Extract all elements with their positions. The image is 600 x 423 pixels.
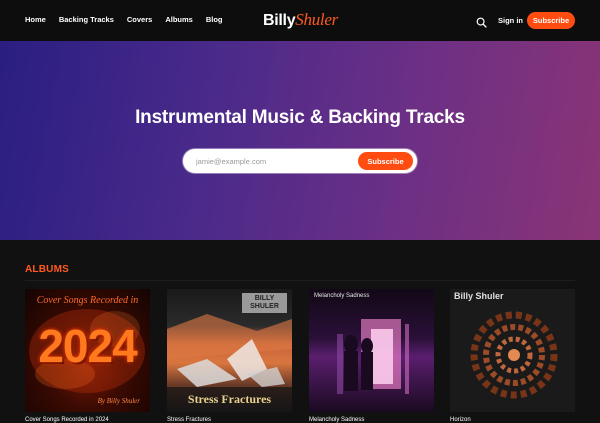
main-nav: Home Backing Tracks Covers Albums Blog xyxy=(25,15,236,25)
album-card[interactable]: Cover Songs Recorded in 2024 By Billy Sh… xyxy=(25,289,150,423)
site-logo[interactable]: BillyShuler xyxy=(263,10,338,30)
nav-home[interactable]: Home xyxy=(25,15,46,25)
albums-list: Cover Songs Recorded in 2024 By Billy Sh… xyxy=(25,289,575,423)
album-cover[interactable]: BILLY SHULER Stress Fractures xyxy=(167,289,292,412)
album-cover[interactable]: Billy Shuler xyxy=(450,289,575,412)
header-subscribe-button[interactable]: Subscribe xyxy=(527,12,575,29)
site-header: Home Backing Tracks Covers Albums Blog B… xyxy=(0,0,600,41)
cover-byline: By Billy Shuler xyxy=(97,397,140,405)
cover-title: Stress Fractures xyxy=(187,392,272,406)
signin-link[interactable]: Sign in xyxy=(498,16,523,25)
album-cover[interactable]: Melancholy Sadness xyxy=(309,289,434,412)
album-card[interactable]: Melancholy Sadness Melancholy Sadness xyxy=(309,289,434,423)
cover-top-text: Cover Songs Recorded in xyxy=(36,295,139,306)
cover-title: Billy Shuler xyxy=(454,291,504,301)
album-title[interactable]: Melancholy Sadness xyxy=(309,417,434,423)
album-cover[interactable]: Cover Songs Recorded in 2024 By Billy Sh… xyxy=(25,289,150,412)
logo-last: Shuler xyxy=(295,10,338,29)
albums-heading: ALBUMS xyxy=(25,264,69,275)
cover-title: Melancholy Sadness xyxy=(314,293,370,299)
hero-title: Instrumental Music & Backing Tracks xyxy=(135,107,465,128)
album-title[interactable]: Stress Fractures xyxy=(167,417,292,423)
album-card[interactable]: Billy Shuler Horizon xyxy=(450,289,575,423)
search-icon[interactable] xyxy=(476,15,487,28)
nav-blog[interactable]: Blog xyxy=(206,15,223,25)
cover-year: 2024 xyxy=(38,320,137,372)
logo-first: Billy xyxy=(263,12,296,29)
album-card[interactable]: BILLY SHULER Stress Fractures Stress Fra… xyxy=(167,289,292,423)
nav-backing-tracks[interactable]: Backing Tracks xyxy=(59,15,114,25)
album-title[interactable]: Cover Songs Recorded in 2024 xyxy=(25,417,150,423)
hero-subscribe-button[interactable]: Subscribe xyxy=(358,152,413,170)
hero-section: Instrumental Music & Backing Tracks Subs… xyxy=(0,41,600,240)
nav-covers[interactable]: Covers xyxy=(127,15,152,25)
cover-badge: BILLY SHULER xyxy=(242,293,287,313)
section-divider xyxy=(25,280,575,281)
nav-albums[interactable]: Albums xyxy=(165,15,193,25)
album-title[interactable]: Horizon xyxy=(450,417,575,423)
email-field[interactable] xyxy=(196,157,356,166)
subscribe-form: Subscribe xyxy=(183,149,417,173)
